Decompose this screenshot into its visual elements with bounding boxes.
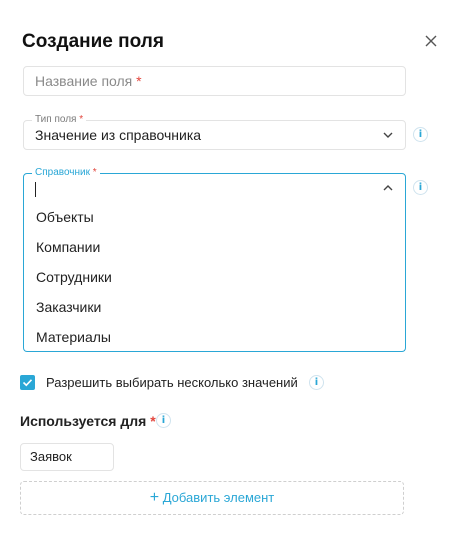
field-type-value: Значение из справочника [35,127,202,143]
info-icon[interactable]: i [309,375,324,390]
multi-select-checkbox[interactable] [20,375,35,390]
required-mark: * [150,413,156,429]
field-type-label-text: Тип поля [35,114,77,125]
multi-select-label: Разрешить выбирать несколько значений [46,375,298,390]
plus-icon: + [149,489,160,506]
reference-select[interactable]: Справочник * [23,166,406,203]
required-mark: * [136,73,142,89]
used-for-item[interactable]: Заявок [20,443,114,471]
dropdown-option[interactable]: Компании [24,232,405,262]
add-element-button[interactable]: + Добавить элемент [20,481,404,515]
add-element-label: Добавить элемент [162,490,275,505]
reference-label: Справочник * [32,166,100,180]
dialog-title: Создание поля [22,31,164,52]
field-type-select[interactable]: Тип поля * Значение из справочника [23,113,406,150]
dropdown-option[interactable]: Сотрудники [24,262,405,292]
placeholder-text: Название поля [35,73,133,89]
field-type-label: Тип поля * [32,113,87,127]
chevron-up-icon[interactable] [382,182,394,194]
chevron-down-icon[interactable] [382,129,394,141]
info-icon[interactable]: i [156,413,171,428]
text-cursor [35,182,36,197]
dropdown-option[interactable]: Заказчики [24,292,405,322]
dropdown-option[interactable]: Объекты [24,202,405,232]
required-mark: * [79,114,84,125]
required-mark: * [92,167,97,178]
used-for-label-text: Используется для [20,413,147,429]
info-icon[interactable]: i [413,127,428,142]
field-name-input[interactable]: Название поля * [23,66,406,96]
reference-label-text: Справочник [35,167,90,178]
reference-dropdown: Объекты Компании Сотрудники Заказчики Ма… [23,202,406,352]
close-icon[interactable] [423,33,439,49]
check-icon [22,379,33,387]
info-icon[interactable]: i [413,180,428,195]
dropdown-option[interactable]: Материалы [24,322,405,352]
field-name-placeholder: Название поля * [35,73,142,89]
used-for-label: Используется для * [20,413,156,429]
